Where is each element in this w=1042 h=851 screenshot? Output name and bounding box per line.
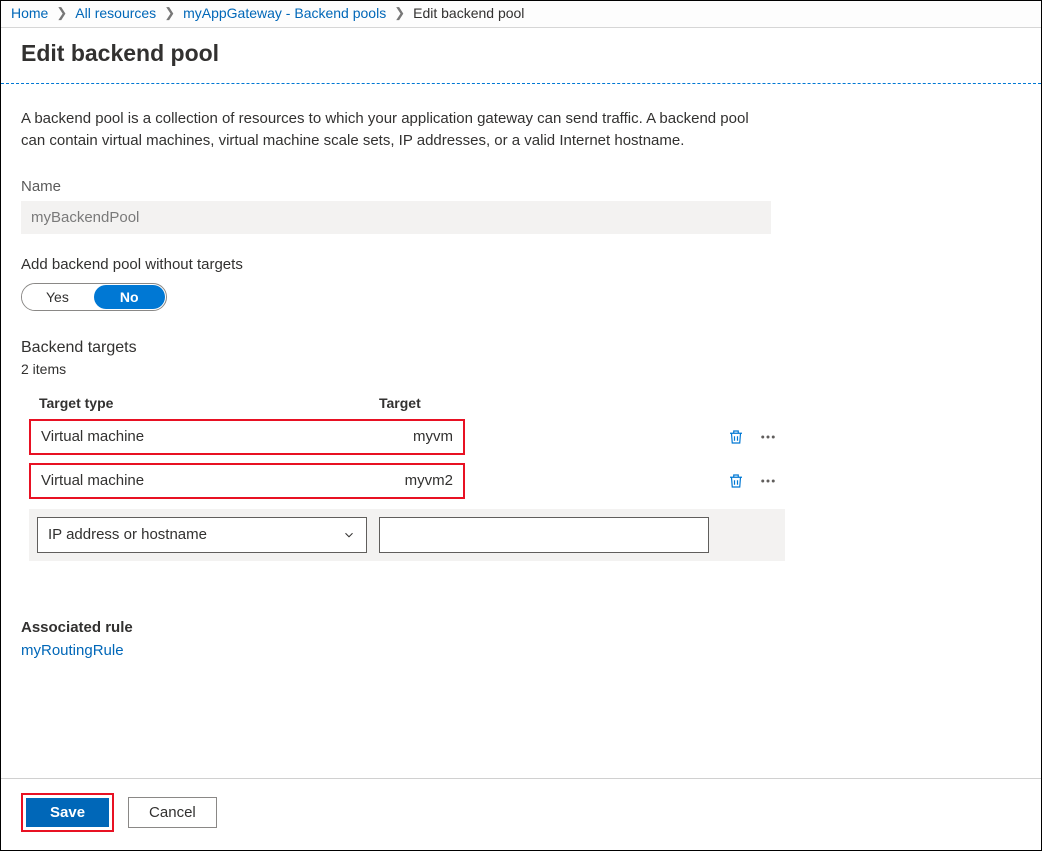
breadcrumb-all-resources[interactable]: All resources <box>75 5 156 21</box>
target-type-cell: Virtual machine <box>31 421 371 453</box>
cancel-button[interactable]: Cancel <box>128 797 217 828</box>
target-row: Virtual machine myvm <box>21 419 791 455</box>
breadcrumb-home[interactable]: Home <box>11 5 48 21</box>
delete-icon[interactable] <box>725 470 747 492</box>
target-value-input[interactable] <box>379 517 709 553</box>
backend-targets-count: 2 items <box>21 361 791 377</box>
column-header-target: Target <box>379 395 791 411</box>
new-target-row: IP address or hostname <box>29 509 785 561</box>
target-row-box[interactable]: Virtual machine myvm2 <box>29 463 465 499</box>
toggle-no[interactable]: No <box>94 285 165 309</box>
save-button[interactable]: Save <box>26 798 109 827</box>
target-row: Virtual machine myvm2 <box>21 463 791 499</box>
target-row-box[interactable]: Virtual machine myvm <box>29 419 465 455</box>
name-input[interactable] <box>21 201 771 234</box>
backend-targets-heading: Backend targets <box>21 339 791 357</box>
chevron-right-icon: ❯ <box>156 5 183 21</box>
breadcrumb-current: Edit backend pool <box>413 5 524 21</box>
breadcrumb: Home ❯ All resources ❯ myAppGateway - Ba… <box>1 1 1041 28</box>
chevron-right-icon: ❯ <box>48 5 75 21</box>
save-button-highlight: Save <box>21 793 114 832</box>
associated-rule-heading: Associated rule <box>21 619 791 636</box>
chevron-down-icon <box>342 528 356 542</box>
footer: Save Cancel <box>1 778 1041 850</box>
breadcrumb-app-gateway[interactable]: myAppGateway - Backend pools <box>183 5 386 21</box>
more-icon[interactable] <box>757 426 779 448</box>
chevron-right-icon: ❯ <box>386 5 413 21</box>
without-targets-label: Add backend pool without targets <box>21 256 791 273</box>
target-type-select-value: IP address or hostname <box>48 526 207 543</box>
delete-icon[interactable] <box>725 426 747 448</box>
name-label: Name <box>21 178 791 195</box>
target-type-select[interactable]: IP address or hostname <box>37 517 367 553</box>
target-value-cell: myvm <box>371 421 463 453</box>
target-type-cell: Virtual machine <box>31 465 371 497</box>
without-targets-toggle[interactable]: Yes No <box>21 283 167 311</box>
toggle-yes[interactable]: Yes <box>22 284 93 310</box>
column-header-type: Target type <box>39 395 379 411</box>
page-title: Edit backend pool <box>1 28 1041 83</box>
targets-table-header: Target type Target <box>21 395 791 411</box>
more-icon[interactable] <box>757 470 779 492</box>
page-description: A backend pool is a collection of resour… <box>21 108 761 152</box>
target-value-cell: myvm2 <box>371 465 463 497</box>
associated-rule-link[interactable]: myRoutingRule <box>21 642 791 659</box>
